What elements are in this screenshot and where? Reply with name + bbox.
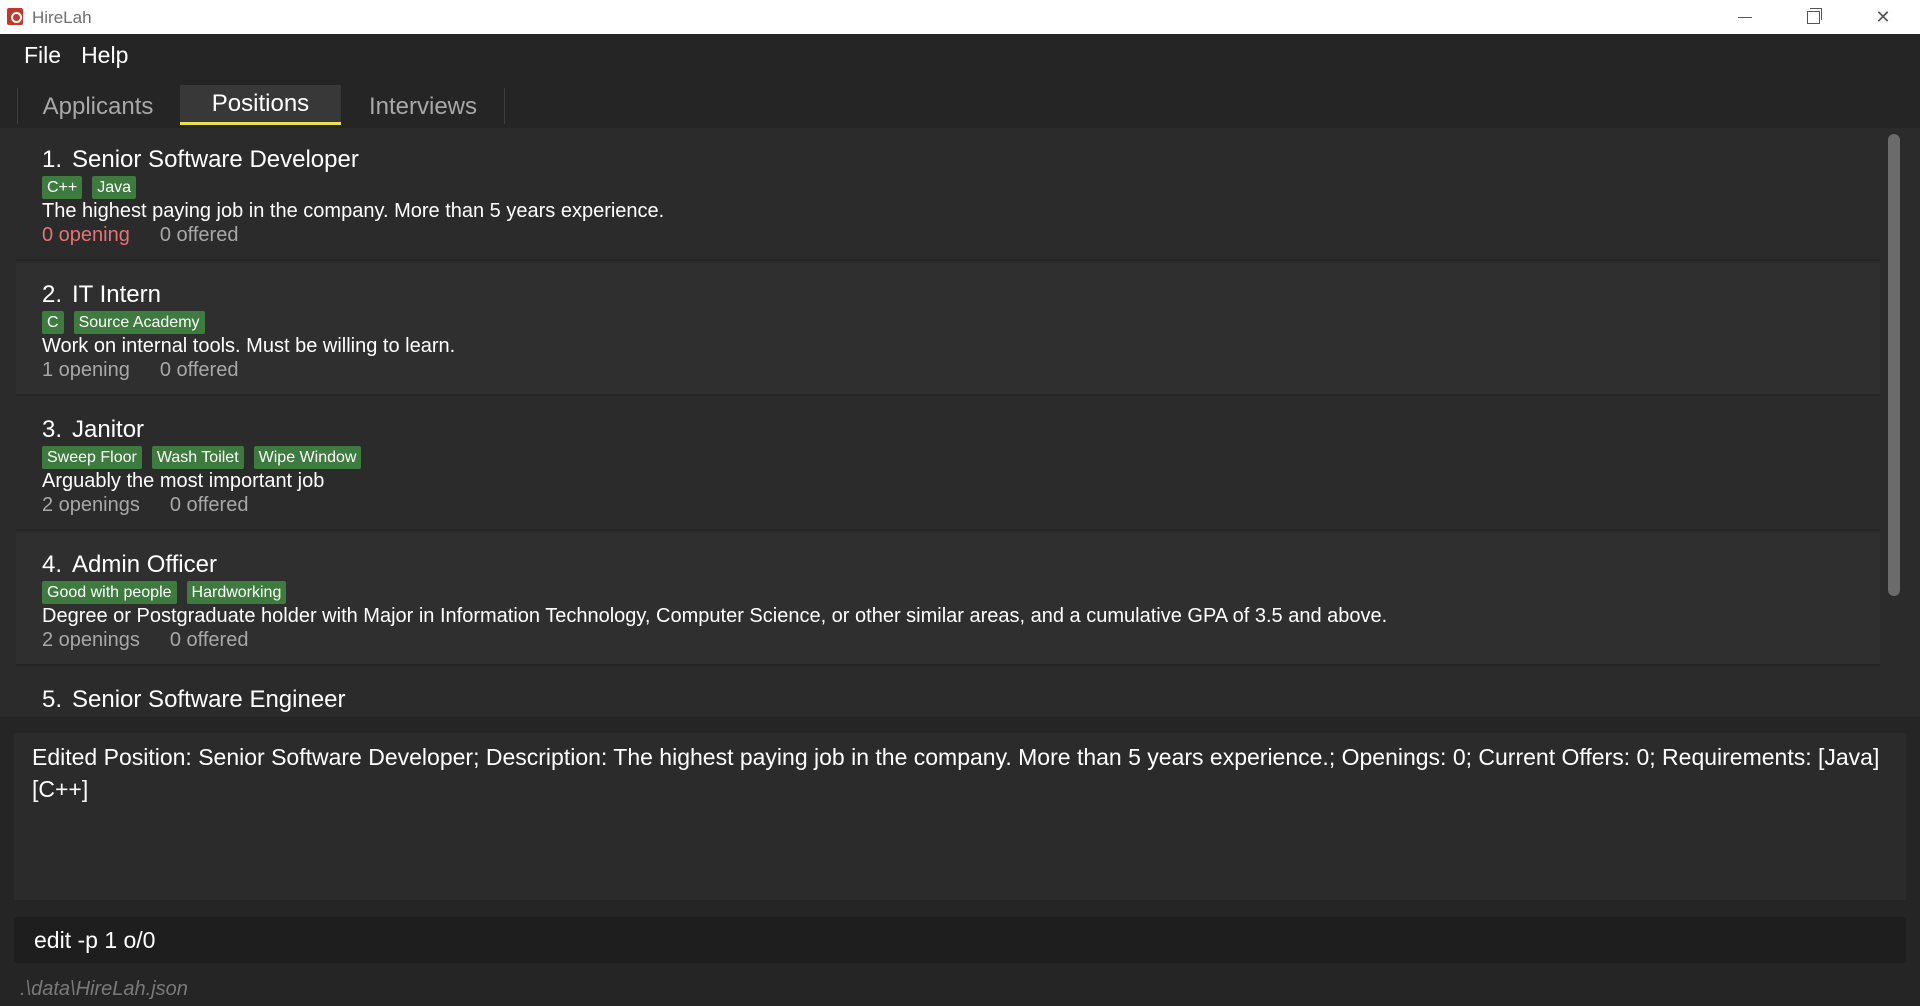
position-title: 3. Janitor	[42, 416, 144, 444]
tab-applicants[interactable]: Applicants	[18, 86, 178, 128]
position-stats: 1 opening 0 offered	[42, 359, 238, 382]
position-name: Admin Officer	[72, 551, 217, 578]
requirement-tags: C Source Academy	[42, 311, 205, 334]
command-box	[14, 917, 1906, 963]
position-index: 4.	[42, 551, 63, 578]
position-index: 5.	[42, 686, 63, 713]
offered-count: 0 offered	[159, 224, 239, 246]
position-index: 1.	[42, 146, 63, 173]
position-card[interactable]: 4. Admin Officer Good with people Hardwor…	[16, 533, 1880, 666]
tab-interviews[interactable]: Interviews	[343, 86, 503, 128]
requirement-tags: C++ Java	[42, 176, 137, 199]
position-description: The highest paying job in the company. M…	[42, 200, 665, 222]
minimize-icon	[1738, 16, 1752, 18]
tab-divider	[504, 88, 505, 124]
position-title: 4. Admin Officer	[42, 551, 217, 579]
position-stats: 2 openings 0 offered	[42, 494, 248, 517]
openings-count: 2 openings	[42, 629, 140, 651]
position-stats: 2 openings 0 offered	[42, 629, 248, 652]
position-description: Degree or Postgraduate holder with Major…	[42, 605, 1388, 627]
status-bar: .\data\HireLah.json	[0, 966, 1920, 1006]
close-icon: ✕	[1875, 6, 1891, 27]
position-name: Senior Software Engineer	[72, 686, 346, 713]
requirement-tag: Good with people	[42, 581, 177, 604]
position-description: Arguably the most important job	[42, 470, 325, 492]
position-card[interactable]: 2. IT Intern C Source Academy Work on int…	[16, 263, 1880, 396]
openings-count: 0 opening	[42, 224, 130, 246]
position-list[interactable]: 1. Senior Software Developer C++ Java The…	[14, 128, 1906, 717]
minimize-button[interactable]	[1710, 0, 1780, 34]
result-display: Edited Position: Senior Software Develop…	[14, 733, 1906, 901]
close-button[interactable]: ✕	[1848, 0, 1918, 34]
requirement-tag: Hardworking	[186, 581, 287, 604]
tab-bar: Applicants Positions Interviews	[0, 76, 1920, 128]
position-description: Work on internal tools. Must be willing …	[42, 335, 456, 357]
requirement-tag: Source Academy	[73, 311, 205, 334]
position-title: 2. IT Intern	[42, 281, 161, 309]
requirement-tag: C++	[42, 176, 83, 199]
title-bar: HireLah ✕	[0, 0, 1920, 34]
menu-bar: File Help	[0, 34, 1920, 76]
position-card[interactable]: 3. Janitor Sweep Floor Wash Toilet Wipe W…	[16, 398, 1880, 531]
position-card[interactable]: 1. Senior Software Developer C++ Java The…	[16, 128, 1880, 261]
position-card[interactable]: 5. Senior Software Engineer	[16, 668, 1880, 717]
requirement-tag: Sweep Floor	[42, 446, 142, 469]
openings-count: 1 opening	[42, 359, 130, 381]
menu-help[interactable]: Help	[71, 34, 138, 76]
requirement-tag: Wash Toilet	[151, 446, 244, 469]
command-input[interactable]	[32, 924, 1882, 956]
requirement-tags: Sweep Floor Wash Toilet Wipe Window	[42, 446, 362, 469]
position-name: IT Intern	[72, 281, 161, 308]
position-name: Janitor	[72, 416, 145, 443]
offered-count: 0 offered	[159, 359, 239, 381]
position-stats: 0 opening 0 offered	[42, 224, 238, 247]
restore-button[interactable]	[1778, 0, 1848, 34]
position-index: 3.	[42, 416, 63, 443]
requirement-tags: Good with people Hardworking	[42, 581, 287, 604]
position-title: 5. Senior Software Engineer	[42, 686, 346, 714]
app-logo-icon	[7, 8, 23, 25]
requirement-tag: C	[42, 311, 64, 334]
position-title: 1. Senior Software Developer	[42, 146, 359, 174]
tab-positions[interactable]: Positions	[180, 85, 341, 125]
data-file-path: .\data\HireLah.json	[20, 978, 188, 1000]
position-index: 2.	[42, 281, 63, 308]
scrollbar-thumb[interactable]	[1888, 134, 1900, 596]
result-message: Edited Position: Senior Software Develop…	[32, 744, 1880, 802]
requirement-tag: Wipe Window	[253, 446, 362, 469]
requirement-tag: Java	[92, 176, 137, 199]
window-title: HireLah	[32, 8, 92, 27]
offered-count: 0 offered	[169, 494, 249, 516]
list-scrollbar[interactable]	[1882, 128, 1906, 717]
restore-icon	[1806, 7, 1822, 24]
offered-count: 0 offered	[169, 629, 249, 651]
menu-file[interactable]: File	[14, 34, 71, 76]
position-name: Senior Software Developer	[72, 146, 359, 173]
openings-count: 2 openings	[42, 494, 140, 516]
